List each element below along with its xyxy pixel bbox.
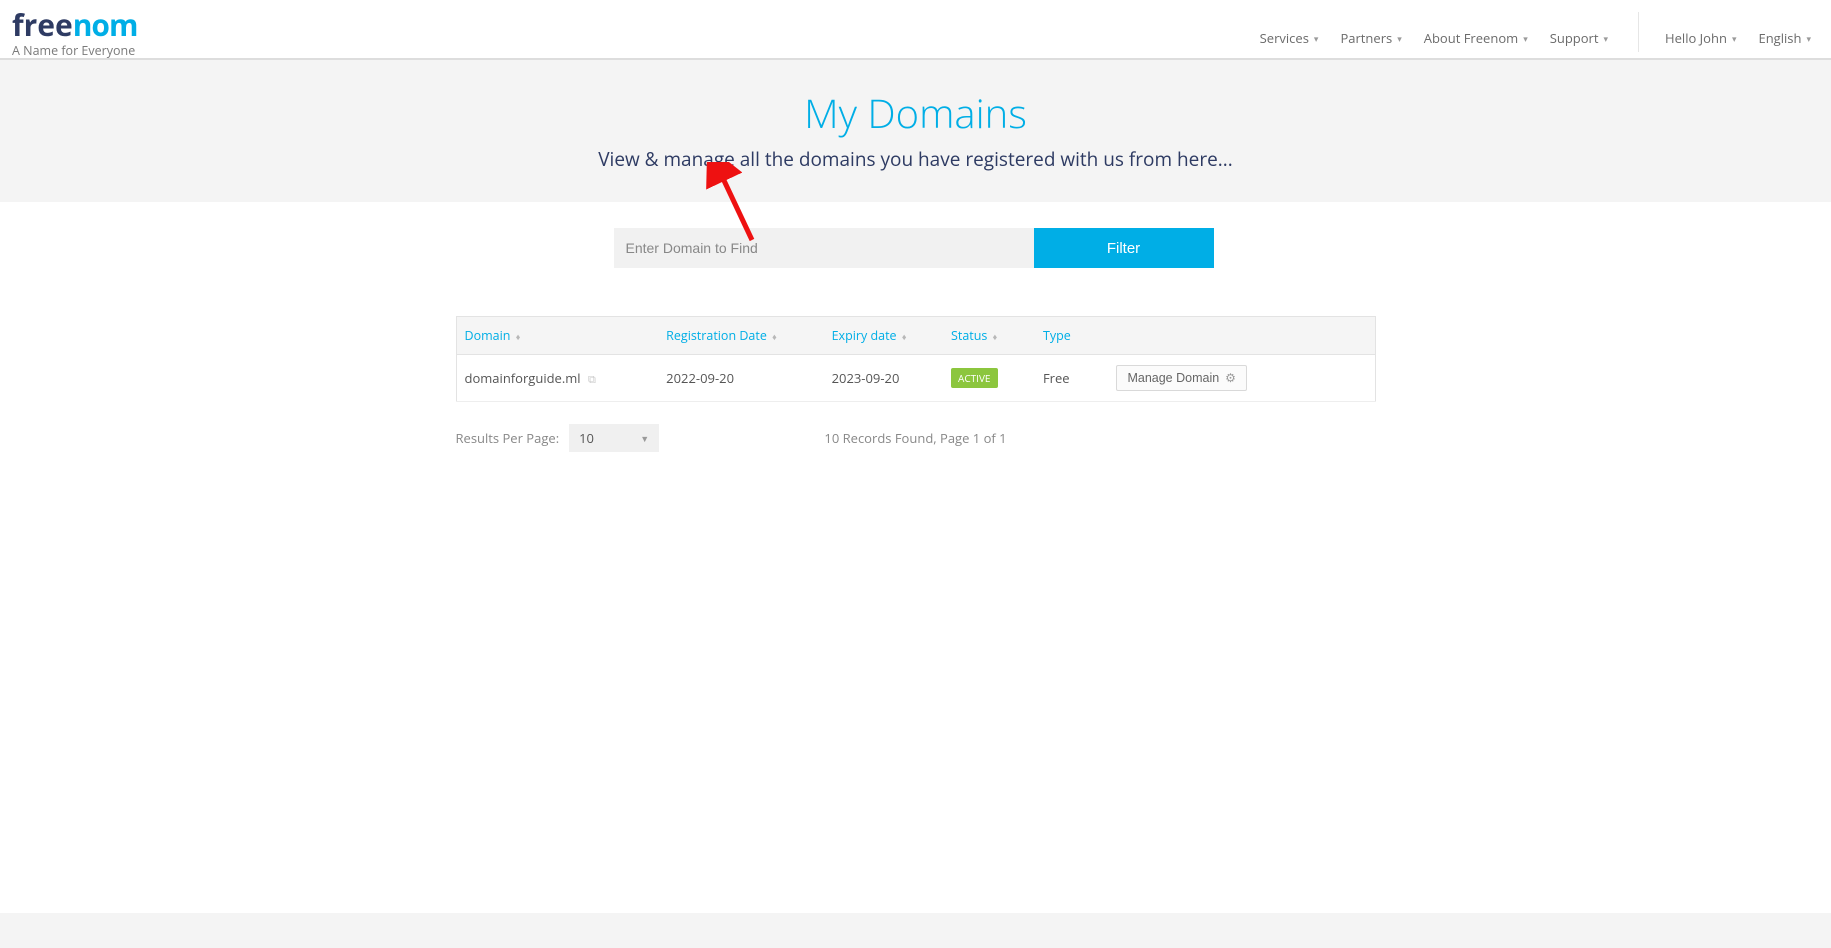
cell-type: Free: [1035, 355, 1109, 402]
nav-language[interactable]: English▾: [1758, 29, 1811, 47]
domain-name[interactable]: domainforguide.ml: [465, 369, 581, 387]
top-bar: freenom A Name for Everyone Services▾ Pa…: [0, 0, 1831, 60]
footer-strip: [0, 913, 1831, 948]
table-header-row: Domain ♦ Registration Date ♦ Expiry date…: [456, 317, 1375, 355]
gear-icon: ⚙: [1225, 371, 1236, 385]
external-link-icon[interactable]: ⧉: [588, 372, 596, 387]
cell-exp: 2023-09-20: [824, 355, 943, 402]
cell-domain: domainforguide.ml ⧉: [456, 355, 658, 402]
logo-tagline: A Name for Everyone: [12, 42, 137, 59]
logo[interactable]: freenom A Name for Everyone: [12, 10, 137, 59]
sort-icon: ♦: [772, 330, 777, 343]
logo-nom: nom: [73, 4, 138, 45]
records-summary: 10 Records Found, Page 1 of 1: [824, 429, 1006, 447]
chevron-down-icon: ▾: [1604, 32, 1609, 45]
filter-button[interactable]: Filter: [1034, 228, 1214, 268]
col-domain[interactable]: Domain ♦: [456, 317, 658, 355]
main-nav: Services▾ Partners▾ About Freenom▾ Suppo…: [1260, 10, 1811, 58]
rpp-label: Results Per Page:: [456, 429, 560, 447]
nav-about[interactable]: About Freenom▾: [1424, 29, 1528, 47]
col-reg[interactable]: Registration Date ♦: [658, 317, 823, 355]
sort-icon: ♦: [902, 330, 907, 343]
cell-reg: 2022-09-20: [658, 355, 823, 402]
results-per-page: Results Per Page: 10 ▼: [456, 424, 660, 452]
table-footer: Results Per Page: 10 ▼ 10 Records Found,…: [456, 424, 1376, 452]
nav-divider: [1638, 12, 1639, 52]
logo-free: free: [12, 4, 73, 45]
nav-services[interactable]: Services▾: [1260, 29, 1319, 47]
logo-text: freenom: [12, 10, 137, 40]
table-row: domainforguide.ml ⧉ 2022-09-20 2023-09-2…: [456, 355, 1375, 402]
chevron-down-icon: ▾: [1397, 32, 1402, 45]
filter-row: Filter: [614, 228, 1376, 268]
page-title: My Domains: [0, 85, 1831, 140]
chevron-down-icon: ▾: [1732, 32, 1737, 45]
sort-icon: ♦: [993, 330, 998, 343]
rpp-select[interactable]: 10 ▼: [569, 424, 659, 452]
col-exp[interactable]: Expiry date ♦: [824, 317, 943, 355]
sort-icon: ♦: [516, 330, 521, 343]
status-badge: ACTIVE: [951, 368, 997, 388]
page-subtitle: View & manage all the domains you have r…: [0, 146, 1831, 172]
nav-support[interactable]: Support▾: [1550, 29, 1608, 47]
domains-table: Domain ♦ Registration Date ♦ Expiry date…: [456, 316, 1376, 402]
chevron-down-icon: ▾: [1806, 32, 1811, 45]
col-type: Type: [1035, 317, 1109, 355]
title-band: My Domains View & manage all the domains…: [0, 60, 1831, 202]
chevron-down-icon: ▾: [1314, 32, 1319, 45]
nav-user[interactable]: Hello John▾: [1665, 29, 1736, 47]
nav-partners[interactable]: Partners▾: [1340, 29, 1401, 47]
chevron-down-icon: ▾: [1523, 32, 1528, 45]
domain-search-input[interactable]: [614, 228, 1034, 268]
col-action: [1108, 317, 1375, 355]
manage-domain-button[interactable]: Manage Domain ⚙: [1116, 365, 1246, 391]
col-status[interactable]: Status ♦: [943, 317, 1035, 355]
content: Filter Domain ♦ Registration Date ♦ Expi…: [456, 202, 1376, 452]
cell-action: Manage Domain ⚙: [1108, 355, 1375, 402]
cell-status: ACTIVE: [943, 355, 1035, 402]
caret-down-icon: ▼: [640, 432, 649, 445]
